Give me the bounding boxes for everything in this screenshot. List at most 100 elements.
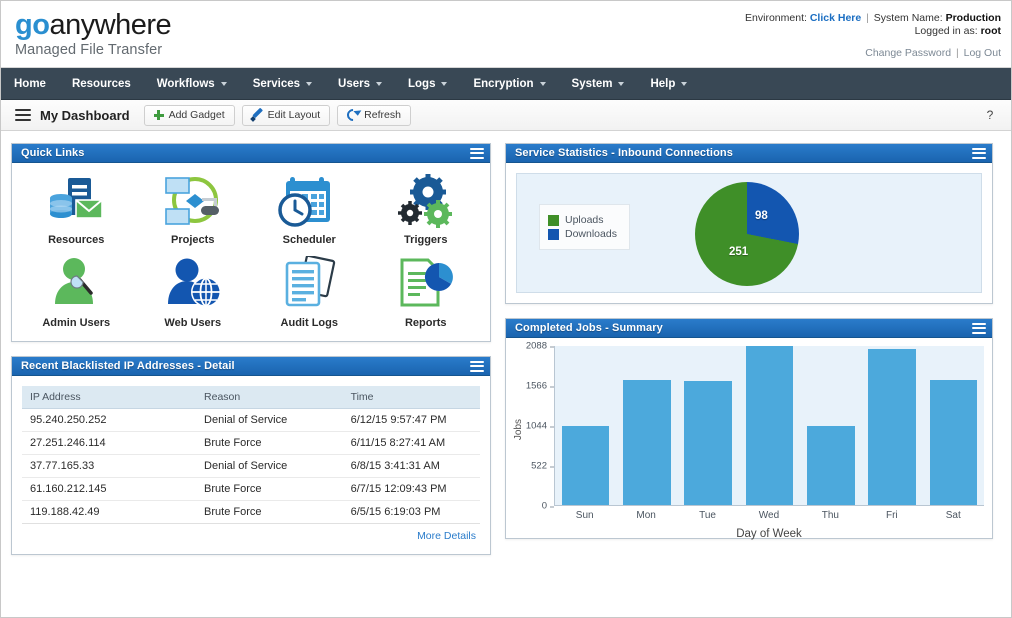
- nav-label-system: System: [572, 78, 613, 90]
- quick-link-admin-users[interactable]: Admin Users: [18, 256, 135, 329]
- brand-name-anywhere: anywhere: [49, 9, 171, 41]
- xtick-label: Sun: [561, 510, 609, 521]
- nav-label-services: Services: [253, 78, 300, 90]
- edit-layout-button[interactable]: Edit Layout: [242, 105, 331, 126]
- table-row[interactable]: 37.77.165.33 Denial of Service 6/8/15 3:…: [22, 455, 480, 478]
- chevron-down-icon: [540, 82, 546, 86]
- refresh-icon: [345, 107, 362, 124]
- bar-mon[interactable]: [623, 380, 671, 505]
- logged-in-user: root: [981, 25, 1001, 37]
- bar-sun[interactable]: [562, 426, 610, 506]
- ytick-label: 2088: [526, 341, 547, 352]
- log-out-link[interactable]: Log Out: [964, 47, 1001, 59]
- nav-item-home[interactable]: Home: [1, 68, 59, 99]
- nav-label-workflows: Workflows: [157, 78, 215, 90]
- cell-reason: Brute Force: [196, 478, 343, 501]
- bar-thu[interactable]: [807, 426, 855, 506]
- bar-chart-ylabel: Jobs: [513, 419, 524, 440]
- completed-jobs-panel: Completed Jobs - Summary Jobs 0522104415…: [505, 318, 993, 539]
- table-row[interactable]: 95.240.250.252 Denial of Service 6/12/15…: [22, 409, 480, 432]
- environment-click-here-link[interactable]: Click Here: [810, 12, 861, 24]
- top-header: goanywhere Managed File Transfer Environ…: [1, 1, 1011, 68]
- quick-link-projects[interactable]: Projects: [135, 173, 252, 246]
- quick-link-web-users[interactable]: Web Users: [135, 256, 252, 329]
- nav-item-resources[interactable]: Resources: [59, 68, 144, 99]
- cell-time: 6/11/15 8:27:41 AM: [343, 432, 480, 455]
- header-divider-2: |: [956, 47, 959, 59]
- system-name-value: Production: [946, 12, 1001, 24]
- quick-link-scheduler[interactable]: Scheduler: [251, 173, 368, 246]
- bar-wed[interactable]: [746, 346, 794, 505]
- cell-ip: 37.77.165.33: [22, 455, 196, 478]
- account-links: Change Password | Log Out: [865, 47, 1001, 59]
- page-title: My Dashboard: [40, 108, 130, 123]
- cell-time: 6/8/15 3:41:31 AM: [343, 455, 480, 478]
- cell-reason: Denial of Service: [196, 455, 343, 478]
- nav-item-logs[interactable]: Logs: [395, 68, 460, 99]
- quick-link-triggers[interactable]: Triggers: [368, 173, 485, 246]
- ytick-label: 522: [531, 461, 547, 472]
- panel-menu-icon[interactable]: [470, 361, 484, 372]
- quick-link-audit-logs[interactable]: Audit Logs: [251, 256, 368, 329]
- logged-in-line: Logged in as: root: [745, 25, 1001, 38]
- quick-link-label: Projects: [171, 234, 214, 246]
- main-navigation: Home Resources Workflows Services Users …: [1, 68, 1011, 100]
- service-statistics-title: Service Statistics - Inbound Connections: [515, 147, 733, 159]
- pie-value-downloads: 98: [755, 210, 768, 222]
- environment-line: Environment: Click Here | System Name: P…: [745, 12, 1001, 25]
- table-row[interactable]: 61.160.212.145 Brute Force 6/7/15 12:09:…: [22, 478, 480, 501]
- calendar-clock-icon: [277, 173, 341, 229]
- more-details-container: More Details: [22, 524, 480, 544]
- xtick-label: Mon: [622, 510, 670, 521]
- xtick-label: Tue: [684, 510, 732, 521]
- cell-ip: 95.240.250.252: [22, 409, 196, 432]
- nav-item-services[interactable]: Services: [240, 68, 325, 99]
- nav-label-logs: Logs: [408, 78, 435, 90]
- nav-item-help[interactable]: Help: [637, 68, 700, 99]
- environment-info: Environment: Click Here | System Name: P…: [745, 12, 1001, 38]
- gears-icon: [394, 173, 458, 229]
- dashboard-toolbar: My Dashboard Add Gadget Edit Layout Refr…: [1, 100, 1011, 131]
- pie-slices: [695, 182, 799, 286]
- pencil-icon: [252, 110, 263, 121]
- bar-tue[interactable]: [684, 381, 732, 506]
- bar-fri[interactable]: [868, 349, 916, 505]
- nav-item-encryption[interactable]: Encryption: [460, 68, 558, 99]
- panel-menu-icon[interactable]: [972, 148, 986, 159]
- cell-reason: Brute Force: [196, 432, 343, 455]
- blacklist-table: IP Address Reason Time 95.240.250.252 De…: [22, 386, 480, 524]
- chevron-down-icon: [618, 82, 624, 86]
- cell-time: 6/12/15 9:57:47 PM: [343, 409, 480, 432]
- column-header-reason[interactable]: Reason: [196, 386, 343, 409]
- add-gadget-button[interactable]: Add Gadget: [144, 105, 235, 126]
- chevron-down-icon: [681, 82, 687, 86]
- quick-link-resources[interactable]: Resources: [18, 173, 135, 246]
- table-row[interactable]: 119.188.42.49 Brute Force 6/5/15 6:19:03…: [22, 501, 480, 524]
- help-button[interactable]: ?: [979, 105, 1001, 126]
- more-details-link[interactable]: More Details: [417, 530, 476, 542]
- cell-time: 6/5/15 6:19:03 PM: [343, 501, 480, 524]
- quick-link-reports[interactable]: Reports: [368, 256, 485, 329]
- nav-item-workflows[interactable]: Workflows: [144, 68, 240, 99]
- quick-link-label: Triggers: [404, 234, 447, 246]
- change-password-link[interactable]: Change Password: [865, 47, 951, 59]
- panel-menu-icon[interactable]: [470, 148, 484, 159]
- nav-item-system[interactable]: System: [559, 68, 638, 99]
- refresh-button[interactable]: Refresh: [337, 105, 411, 126]
- column-header-ip[interactable]: IP Address: [22, 386, 196, 409]
- panel-menu-icon[interactable]: [972, 323, 986, 334]
- column-header-time[interactable]: Time: [343, 386, 480, 409]
- menu-hamburger-icon[interactable]: [15, 109, 31, 121]
- brand-logo[interactable]: goanywhere Managed File Transfer: [15, 9, 171, 58]
- dashboard-app: goanywhere Managed File Transfer Environ…: [0, 0, 1012, 618]
- environment-label: Environment:: [745, 12, 807, 24]
- add-gadget-label: Add Gadget: [169, 109, 225, 121]
- nav-item-users[interactable]: Users: [325, 68, 395, 99]
- bar-sat[interactable]: [930, 380, 978, 505]
- right-column: Service Statistics - Inbound Connections…: [505, 143, 993, 603]
- pie-chart: 98 251: [695, 182, 799, 286]
- cell-reason: Denial of Service: [196, 409, 343, 432]
- edit-layout-label: Edit Layout: [268, 109, 321, 121]
- table-row[interactable]: 27.251.246.114 Brute Force 6/11/15 8:27:…: [22, 432, 480, 455]
- brand-name: goanywhere: [15, 9, 171, 41]
